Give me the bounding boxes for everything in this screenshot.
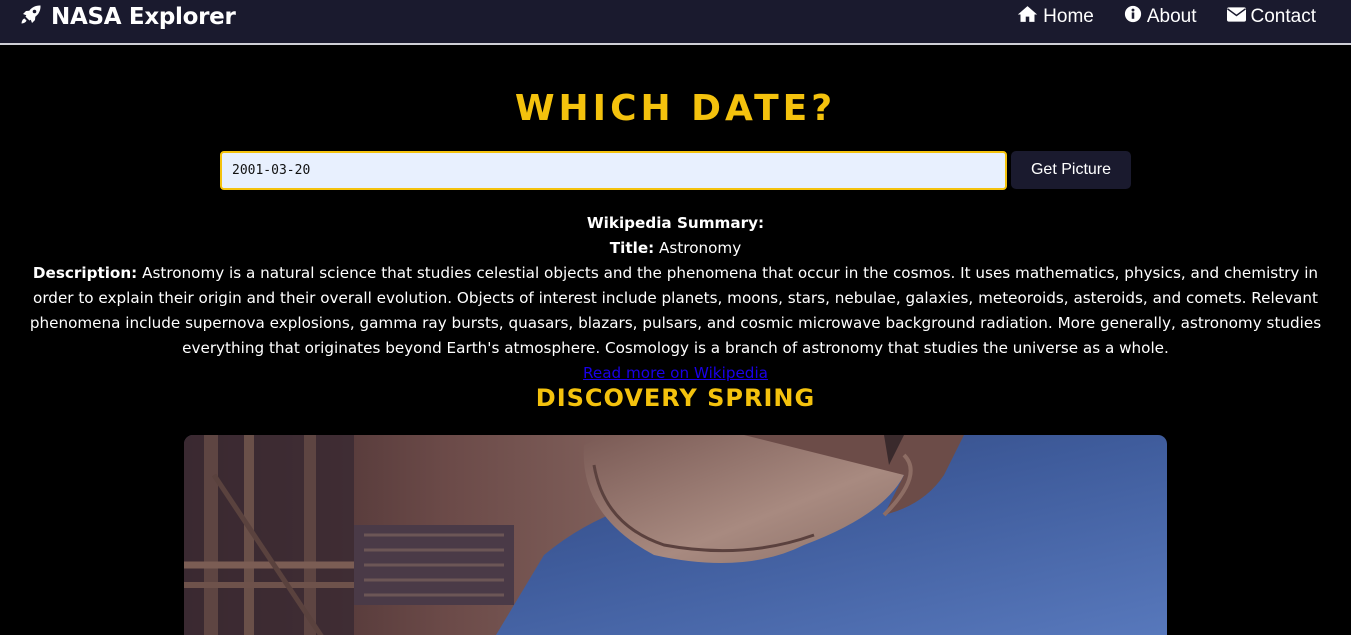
rocket-icon (19, 3, 43, 31)
brand[interactable]: NASA Explorer (19, 3, 236, 31)
title-label: Title: (609, 239, 655, 257)
navbar: NASA Explorer Home About Contact (0, 0, 1351, 45)
wikipedia-link[interactable]: Read more on Wikipedia (583, 364, 768, 382)
nav-contact-label: Contact (1250, 5, 1316, 27)
apod-title: DISCOVERY SPRING (535, 384, 816, 412)
summary-description-row: Description: Astronomy is a natural scie… (20, 261, 1331, 361)
nav-links: Home About Contact (987, 5, 1316, 29)
wikipedia-summary: Wikipedia Summary: Title: Astronomy Desc… (20, 211, 1331, 386)
brand-title: NASA Explorer (51, 3, 236, 30)
summary-title-row: Title: Astronomy (20, 236, 1331, 261)
summary-description: Astronomy is a natural science that stud… (29, 264, 1322, 357)
summary-heading: Wikipedia Summary: (586, 214, 765, 232)
summary-title: Astronomy (659, 239, 742, 257)
get-picture-button[interactable]: Get Picture (1011, 151, 1131, 189)
description-label: Description: (32, 264, 138, 282)
apod-image (184, 435, 1167, 635)
nav-home[interactable]: Home (1017, 5, 1094, 29)
page-title: WHICH DATE? (514, 88, 837, 129)
envelope-icon (1226, 6, 1251, 28)
nav-home-label: Home (1043, 5, 1094, 27)
nav-contact[interactable]: Contact (1226, 5, 1316, 28)
home-icon (1017, 5, 1043, 29)
info-icon (1124, 5, 1147, 29)
nav-about-label: About (1146, 5, 1197, 27)
nav-about[interactable]: About (1124, 5, 1197, 29)
date-input[interactable] (220, 151, 1007, 190)
